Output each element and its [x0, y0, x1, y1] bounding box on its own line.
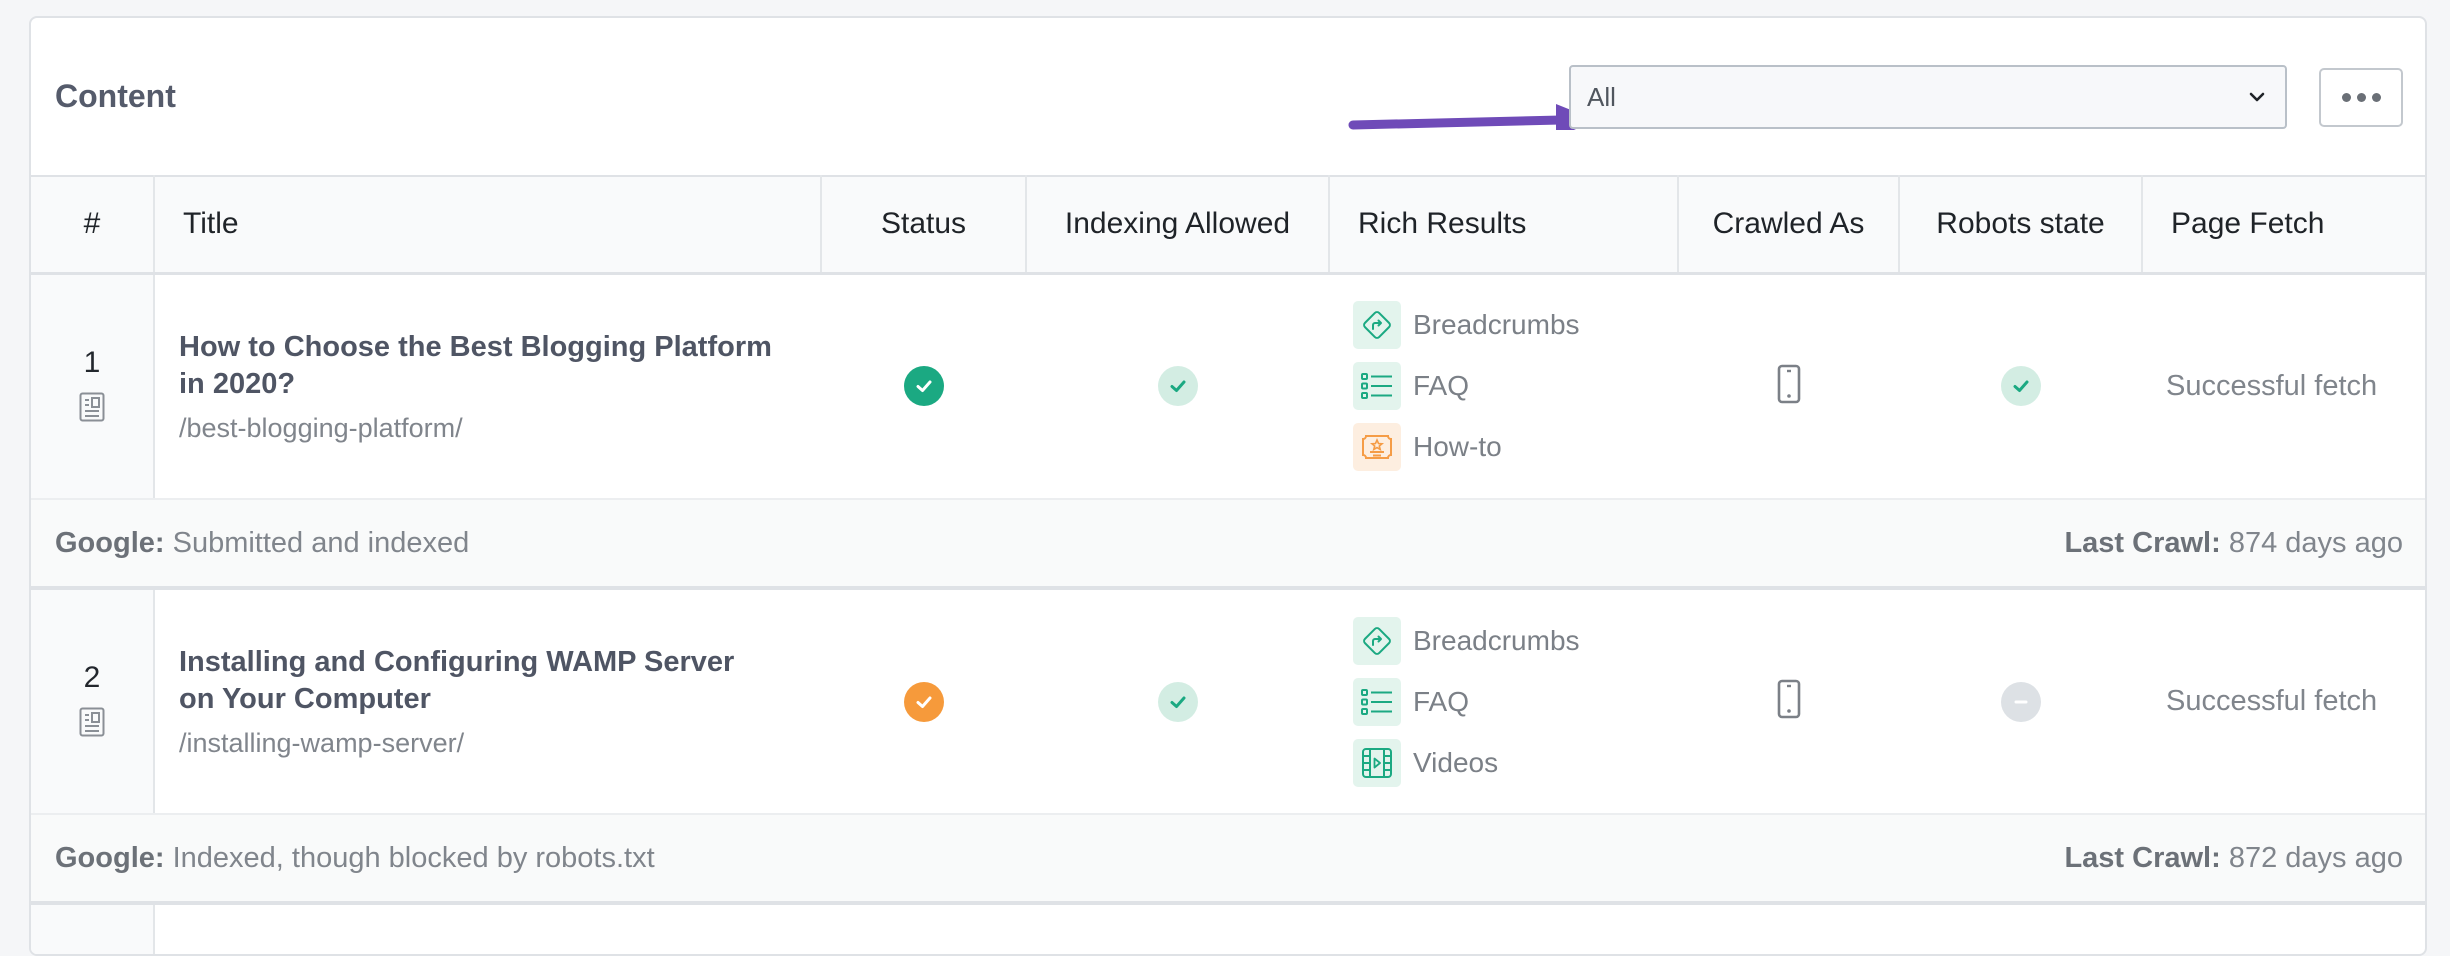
- row-number: 2: [83, 661, 101, 694]
- column-header-rich-results[interactable]: Rich Results: [1329, 175, 1679, 275]
- row-number-cell: 2: [31, 588, 155, 815]
- row-footer: Google: Indexed, though blocked by robot…: [31, 814, 2425, 905]
- page-fetch-cell: Successful fetch: [2142, 588, 2425, 815]
- rich-result-label: Videos: [1413, 746, 1499, 778]
- row-footer: Google: Submitted and indexed Last Crawl…: [31, 499, 2425, 590]
- robots-unknown-minus-icon: [2000, 681, 2041, 722]
- google-status-value: Indexed, though blocked by robots.txt: [172, 841, 655, 874]
- rich-results-cell: Breadcrumbs FAQ How-to: [1329, 273, 1678, 500]
- table-row: 2 Installing and Configuring WAMP Server…: [31, 588, 2425, 815]
- robots-state-cell: [1899, 273, 2142, 500]
- last-crawl-label: Last Crawl:: [2064, 841, 2221, 874]
- rich-result-label: Breadcrumbs: [1413, 309, 1580, 341]
- google-status: Google: Indexed, though blocked by robot…: [55, 842, 655, 875]
- ellipsis-icon: [2341, 93, 2351, 102]
- rich-result-label: How-to: [1413, 431, 1502, 463]
- content-panel: Content All # Title Status Indexing Allo…: [29, 16, 2427, 956]
- row-footer-cell: Google: Submitted and indexed Last Crawl…: [31, 499, 2425, 590]
- breadcrumbs-icon: [1353, 301, 1401, 350]
- mobile-phone-icon: [1777, 679, 1800, 719]
- table-row-partial: [31, 903, 2425, 954]
- rich-result-item: FAQ: [1353, 356, 1678, 417]
- rich-result-label: FAQ: [1413, 370, 1470, 402]
- faq-list-icon: [1353, 362, 1401, 411]
- rich-result-item: Videos: [1353, 732, 1678, 793]
- status-warning-check-icon: [903, 681, 944, 722]
- row-footer-content: Google: Submitted and indexed Last Crawl…: [55, 527, 2403, 560]
- last-crawl-value: 874 days ago: [2228, 526, 2403, 559]
- row-number-cell: [31, 903, 155, 954]
- post-url: /installing-wamp-server/: [179, 728, 465, 758]
- page-fetch-status: Successful fetch: [2166, 369, 2378, 402]
- post-document-icon: [79, 707, 105, 737]
- rich-result-item: How-to: [1353, 417, 1678, 478]
- rich-result-item: Breadcrumbs: [1353, 295, 1678, 356]
- robots-state-cell: [1899, 588, 2142, 815]
- column-header-indexing-allowed[interactable]: Indexing Allowed: [1026, 175, 1330, 275]
- indexing-allowed-check-icon: [1157, 366, 1198, 407]
- chevron-down-icon: [2249, 92, 2265, 102]
- rich-result-label: FAQ: [1413, 685, 1470, 717]
- indexing-allowed-check-icon: [1157, 681, 1198, 722]
- title-cell: Installing and Configuring WAMP Server o…: [154, 588, 821, 815]
- table-header-row: # Title Status Indexing Allowed Rich Res…: [31, 175, 2425, 275]
- row-number-cell: 1: [31, 273, 155, 500]
- faq-list-icon: [1353, 677, 1401, 726]
- last-crawl: Last Crawl: 872 days ago: [2064, 842, 2403, 875]
- page-fetch-status: Successful fetch: [2166, 685, 2378, 717]
- row-number: 1: [83, 345, 101, 379]
- panel-title: Content: [55, 78, 176, 114]
- last-crawl: Last Crawl: 874 days ago: [2064, 527, 2403, 560]
- title-cell: How to Choose the Best Blogging Platform…: [154, 273, 821, 500]
- status-success-check-icon: [903, 366, 944, 407]
- mobile-phone-icon: [1777, 364, 1800, 404]
- rich-results-cell: Breadcrumbs FAQ Videos: [1329, 588, 1678, 815]
- filter-select[interactable]: All: [1569, 65, 2287, 129]
- column-header-robots-state[interactable]: Robots state: [1899, 175, 2143, 275]
- post-document-icon: [79, 392, 105, 422]
- table-row: 1 How to Choose the Best Blogging Platfo…: [31, 273, 2425, 500]
- post-title-link[interactable]: Installing and Configuring WAMP Server o…: [179, 644, 759, 718]
- robots-allowed-check-icon: [2000, 366, 2041, 407]
- indexing-allowed-cell: [1026, 588, 1329, 815]
- column-header-crawled-as[interactable]: Crawled As: [1678, 175, 1900, 275]
- crawled-as-cell: [1678, 588, 1899, 815]
- row-footer-content: Google: Indexed, though blocked by robot…: [55, 842, 2403, 875]
- panel-header: Content All: [31, 18, 2425, 175]
- howto-icon: [1353, 423, 1401, 472]
- ellipsis-dot: [2356, 93, 2366, 102]
- post-url: /best-blogging-platform/: [179, 412, 463, 443]
- google-status-value: Submitted and indexed: [172, 526, 470, 559]
- column-header-title[interactable]: Title: [154, 175, 822, 275]
- row-footer-cell: Google: Indexed, though blocked by robot…: [31, 814, 2425, 905]
- rich-result-item: Breadcrumbs: [1353, 610, 1678, 671]
- google-label: Google:: [55, 526, 165, 559]
- filter-selected-value: All: [1587, 81, 1616, 112]
- last-crawl-label: Last Crawl:: [2064, 526, 2221, 559]
- rich-result-item: FAQ: [1353, 671, 1678, 732]
- crawled-as-cell: [1678, 273, 1899, 500]
- indexing-allowed-cell: [1026, 273, 1329, 500]
- more-options-button[interactable]: [2319, 68, 2403, 127]
- column-header-status[interactable]: Status: [821, 175, 1027, 275]
- breadcrumbs-icon: [1353, 616, 1401, 665]
- google-label: Google:: [55, 841, 165, 874]
- row-content-partial: [154, 903, 2425, 954]
- annotation-arrow-icon: [1348, 104, 1596, 130]
- content-table: # Title Status Indexing Allowed Rich Res…: [31, 175, 2425, 954]
- page-fetch-cell: Successful fetch: [2142, 273, 2425, 500]
- status-cell: [821, 588, 1026, 815]
- last-crawl-value: 872 days ago: [2228, 841, 2403, 874]
- column-header-number[interactable]: #: [31, 175, 155, 275]
- column-header-page-fetch[interactable]: Page Fetch: [2142, 175, 2425, 275]
- ellipsis-dot: [2371, 93, 2381, 102]
- post-title-link[interactable]: How to Choose the Best Blogging Platform…: [179, 329, 781, 403]
- status-cell: [821, 273, 1026, 500]
- rich-result-label: Breadcrumbs: [1413, 624, 1580, 656]
- google-status: Google: Submitted and indexed: [55, 527, 469, 560]
- video-film-icon: [1353, 738, 1401, 787]
